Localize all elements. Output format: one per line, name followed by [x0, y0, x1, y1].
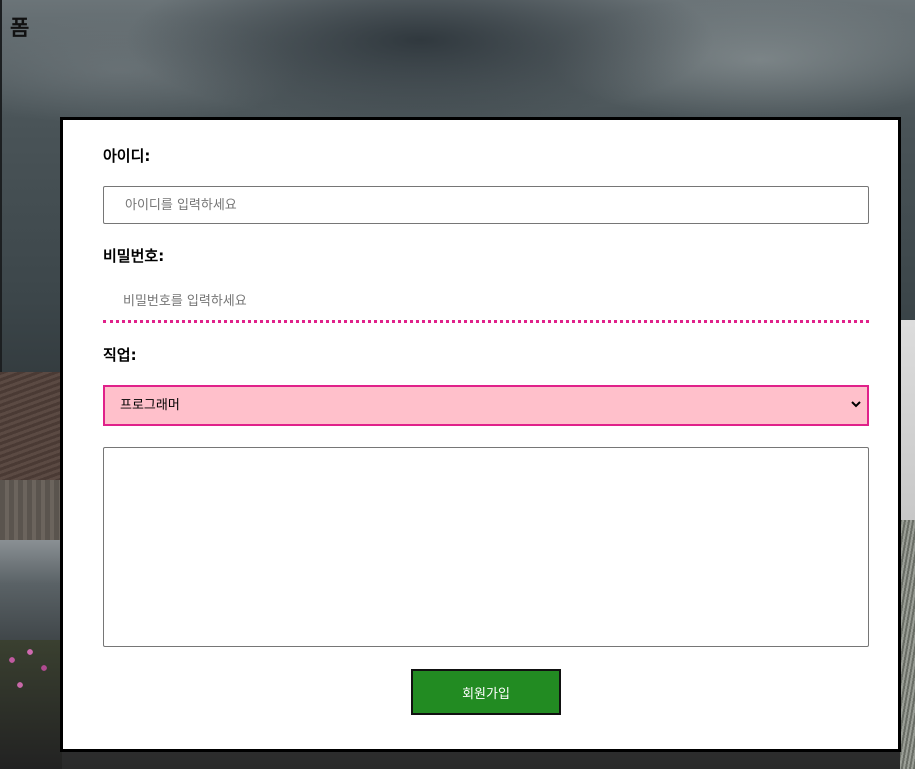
job-select-value: 프로그래머: [120, 398, 180, 413]
background-grass: [900, 520, 915, 769]
password-label: 비밀번호:: [103, 247, 165, 265]
id-label: 아이디:: [103, 147, 151, 165]
id-input[interactable]: [103, 186, 869, 224]
signup-form: 아이디: 비밀번호: 직업: 프로그래머 회원가입: [60, 117, 901, 752]
password-input[interactable]: [103, 283, 869, 323]
page-title: 폼: [10, 16, 30, 40]
background-wall: [0, 480, 62, 540]
background-house: [900, 320, 915, 520]
chevron-down-icon: [851, 401, 861, 408]
job-select[interactable]: 프로그래머: [103, 385, 869, 426]
background-roof: [0, 372, 62, 480]
job-label: 직업:: [103, 346, 137, 364]
background-flowers: [0, 640, 62, 769]
signup-button[interactable]: 회원가입: [411, 669, 561, 715]
background-water: [0, 540, 62, 650]
memo-textarea[interactable]: [103, 447, 869, 647]
